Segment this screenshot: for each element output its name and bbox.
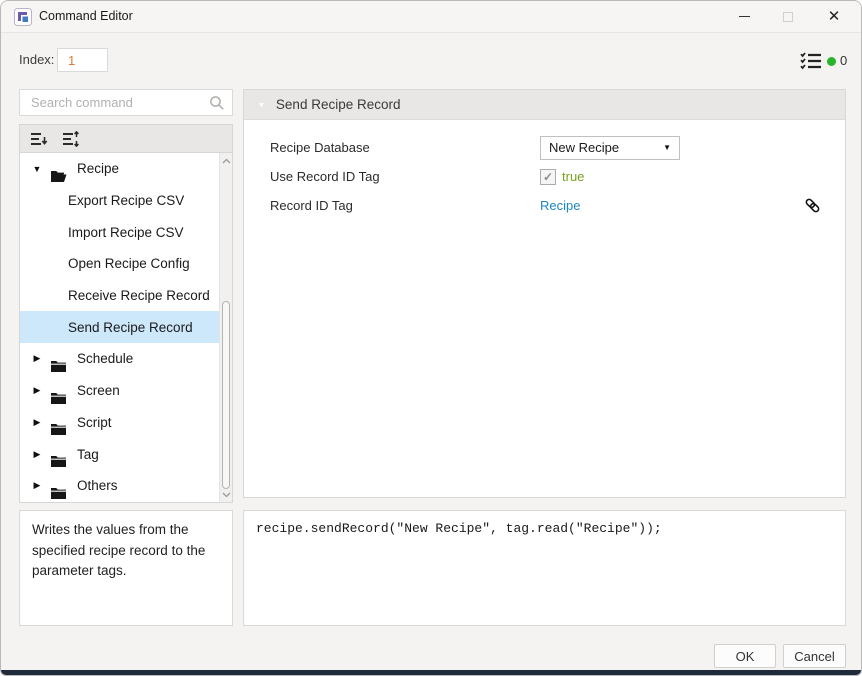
field-row-recipe-database: Recipe Database New Recipe ▼: [244, 133, 845, 162]
tree-item-label: Receive Recipe Record: [20, 288, 210, 303]
dropdown-value: New Recipe: [549, 140, 619, 155]
command-editor-window: Command Editor ✕ Index: 0: [0, 0, 862, 676]
close-icon: ✕: [828, 9, 841, 24]
tree-item-others[interactable]: ▶Others: [20, 470, 232, 502]
link-tag-icon[interactable]: [804, 197, 821, 214]
tree-item-schedule[interactable]: ▶Schedule: [20, 343, 232, 375]
chevron-right-icon[interactable]: ▶: [31, 480, 43, 491]
tree-item-label: Send Recipe Record: [20, 320, 193, 335]
chevron-down-icon: ▼: [257, 100, 266, 110]
status-ok-dot-icon: [827, 57, 836, 66]
window-bottom-edge: [1, 670, 861, 675]
tree-item-send-recipe-record[interactable]: Send Recipe Record: [20, 311, 232, 343]
command-description: Writes the values from the specified rec…: [19, 510, 233, 626]
close-button[interactable]: ✕: [813, 1, 855, 32]
tree-item-receive-recipe-record[interactable]: Receive Recipe Record: [20, 280, 232, 312]
tree-item-script[interactable]: ▶Script: [20, 407, 232, 439]
tree-toolbar: [19, 124, 233, 152]
tree-item-screen[interactable]: ▶Screen: [20, 375, 232, 407]
tree-item-export-recipe-csv[interactable]: Export Recipe CSV: [20, 185, 232, 217]
window-title: Command Editor: [39, 9, 133, 23]
tree-scrollbar[interactable]: [219, 153, 232, 502]
search-box: [19, 89, 233, 116]
index-input[interactable]: [57, 48, 108, 72]
scrollbar-thumb[interactable]: [222, 301, 230, 489]
recipe-database-dropdown[interactable]: New Recipe ▼: [540, 136, 680, 160]
chevron-right-icon[interactable]: ▶: [31, 385, 43, 396]
maximize-button[interactable]: [767, 1, 809, 32]
tree-item-open-recipe-config[interactable]: Open Recipe Config: [20, 248, 232, 280]
maximize-icon: [783, 12, 793, 22]
detail-header[interactable]: ▼ Send Recipe Record: [244, 90, 845, 120]
search-icon: [209, 95, 225, 111]
expand-all-icon[interactable]: [60, 129, 82, 149]
ok-button[interactable]: OK: [714, 644, 776, 668]
tree-item-import-recipe-csv[interactable]: Import Recipe CSV: [20, 216, 232, 248]
tree-item-label: Open Recipe Config: [20, 256, 190, 271]
chevron-down-icon: ▼: [663, 143, 671, 152]
checkbox-value-label: true: [562, 169, 584, 184]
error-count: 0: [840, 53, 847, 68]
scroll-up-icon[interactable]: [220, 153, 233, 168]
detail-title: Send Recipe Record: [276, 97, 401, 112]
tree-item-label: Import Recipe CSV: [20, 225, 184, 240]
scroll-down-icon[interactable]: [220, 487, 233, 502]
field-row-record-id-tag: Record ID Tag Recipe: [244, 191, 845, 220]
titlebar: Command Editor ✕: [1, 1, 861, 33]
field-label: Record ID Tag: [270, 198, 353, 213]
use-record-id-tag-checkbox[interactable]: ✓: [540, 169, 556, 185]
tree-item-recipe[interactable]: ▼Recipe: [20, 153, 232, 185]
tree-item-tag[interactable]: ▶Tag: [20, 438, 232, 470]
app-logo-icon: [14, 8, 32, 26]
chevron-right-icon[interactable]: ▶: [31, 417, 43, 428]
minimize-button[interactable]: [723, 1, 765, 32]
index-label: Index:: [19, 52, 54, 67]
checklist-icon[interactable]: [800, 52, 822, 70]
script-preview: recipe.sendRecord("New Recipe", tag.read…: [243, 510, 846, 626]
chevron-down-icon[interactable]: ▼: [31, 164, 43, 174]
chevron-right-icon[interactable]: ▶: [31, 353, 43, 364]
field-label: Recipe Database: [270, 140, 370, 155]
cancel-button[interactable]: Cancel: [783, 644, 846, 668]
minimize-icon: [739, 16, 750, 17]
chevron-right-icon[interactable]: ▶: [31, 449, 43, 460]
field-label: Use Record ID Tag: [270, 169, 380, 184]
command-tree: ▼Recipe Export Recipe CSV Import Recipe CS…: [19, 152, 233, 503]
field-row-use-record-id-tag: Use Record ID Tag ✓ true: [244, 162, 845, 191]
search-input[interactable]: [20, 90, 232, 115]
tree-item-label: Export Recipe CSV: [20, 193, 184, 208]
record-id-tag-link[interactable]: Recipe: [540, 198, 580, 213]
collapse-all-icon[interactable]: [28, 129, 50, 149]
detail-panel: ▼ Send Recipe Record Recipe Database New …: [243, 89, 846, 498]
